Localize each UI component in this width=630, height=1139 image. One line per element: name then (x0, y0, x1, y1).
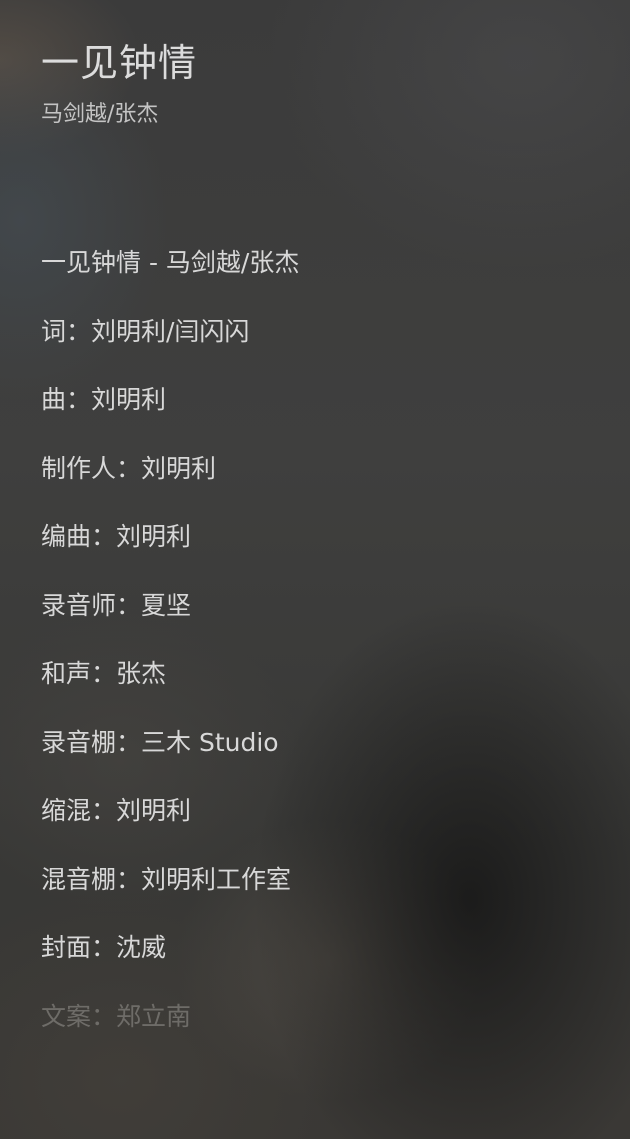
lyric-line[interactable]: 封面：沈威 (41, 928, 299, 997)
lyric-line[interactable]: 编曲：刘明利 (41, 517, 299, 586)
song-title: 一见钟情 (41, 41, 198, 85)
lyric-line[interactable]: 制作人：刘明利 (41, 449, 299, 518)
lyric-line[interactable]: 和声：张杰 (41, 654, 299, 723)
lyrics-screen: 一见钟情 马剑越/张杰 一见钟情 - 马剑越/张杰 词：刘明利/闫闪闪 曲：刘明… (0, 0, 630, 1139)
lyric-line[interactable]: 缩混：刘明利 (41, 791, 299, 860)
lyric-line[interactable]: 混音棚：刘明利工作室 (41, 860, 299, 929)
lyric-line[interactable]: 文案：郑立南 (41, 997, 299, 1066)
lyric-line[interactable]: 词：刘明利/闫闪闪 (41, 312, 299, 381)
song-artist: 马剑越/张杰 (41, 102, 159, 127)
lyric-line[interactable]: 一见钟情 - 马剑越/张杰 (41, 243, 299, 312)
lyric-line[interactable]: 录音棚：三木 Studio (41, 723, 299, 792)
lyrics-list[interactable]: 一见钟情 - 马剑越/张杰 词：刘明利/闫闪闪 曲：刘明利 制作人：刘明利 编曲… (41, 243, 299, 1065)
lyric-line[interactable]: 录音师：夏坚 (41, 586, 299, 655)
lyric-line[interactable]: 曲：刘明利 (41, 380, 299, 449)
